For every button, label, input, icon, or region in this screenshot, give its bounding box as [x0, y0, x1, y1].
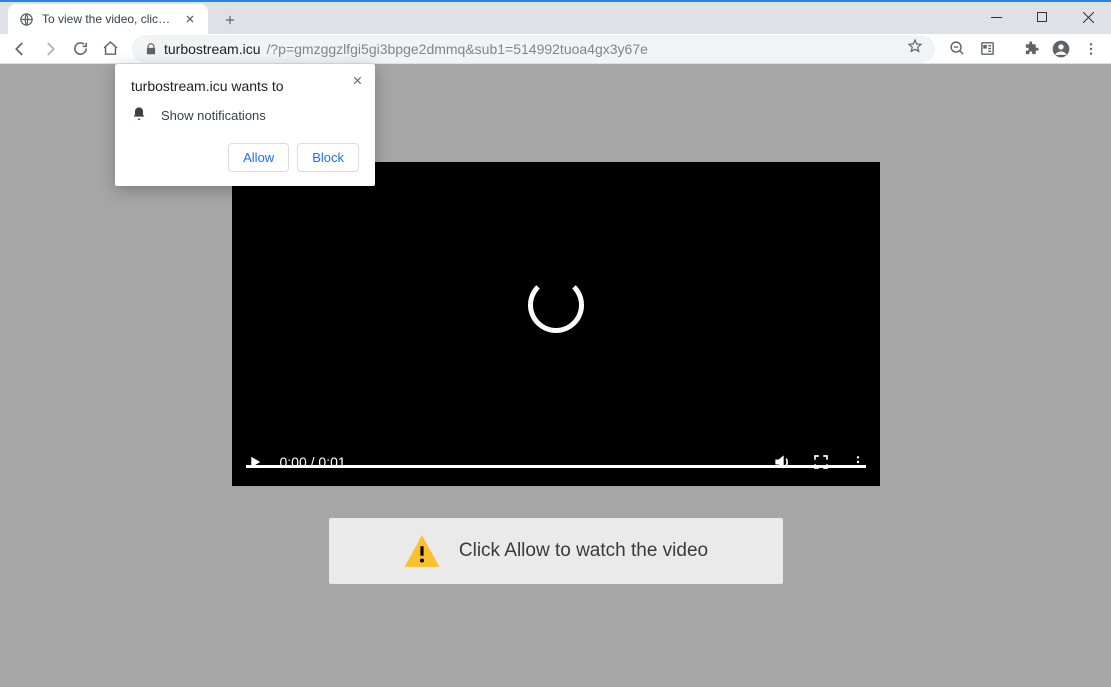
allow-button[interactable]: Allow — [228, 143, 289, 172]
address-bar[interactable]: turbostream.icu /?p=gmzggzlfgi5gi3bpge2dm… — [132, 35, 935, 63]
toolbar-right — [943, 35, 1105, 63]
tab-close-icon[interactable] — [182, 11, 198, 27]
video-progress[interactable] — [246, 465, 866, 468]
minimize-button[interactable] — [973, 2, 1019, 32]
permission-actions: Allow Block — [131, 143, 359, 172]
globe-icon — [18, 11, 34, 27]
bell-icon — [131, 106, 147, 125]
reload-button[interactable] — [66, 35, 94, 63]
block-button[interactable]: Block — [297, 143, 359, 172]
url-path: /?p=gmzggzlfgi5gi3bpge2dmmq&sub1=514992t… — [266, 41, 647, 57]
video-controls: 0:00 / 0:01 — [232, 438, 880, 486]
lock-icon — [144, 42, 158, 56]
tab-strip: To view the video, click the Allow — [0, 2, 244, 34]
warning-icon — [403, 532, 441, 570]
extensions-icon[interactable] — [1017, 35, 1045, 63]
profile-icon[interactable] — [1047, 35, 1075, 63]
tab-title: To view the video, click the Allow — [42, 12, 174, 26]
back-button[interactable] — [6, 35, 34, 63]
bookmark-star-icon[interactable] — [907, 38, 923, 59]
popup-close-icon[interactable] — [349, 72, 365, 88]
volume-icon[interactable] — [772, 452, 792, 472]
browser-toolbar: turbostream.icu /?p=gmzggzlfgi5gi3bpge2dm… — [0, 34, 1111, 64]
zoom-out-icon[interactable] — [943, 35, 971, 63]
url-domain: turbostream.icu — [164, 41, 260, 57]
reader-icon[interactable] — [973, 35, 1001, 63]
permission-request-row: Show notifications — [131, 106, 359, 125]
menu-icon[interactable] — [1077, 35, 1105, 63]
home-button[interactable] — [96, 35, 124, 63]
titlebar: To view the video, click the Allow — [0, 0, 1111, 34]
close-window-button[interactable] — [1065, 2, 1111, 32]
window-controls — [973, 2, 1111, 34]
forward-button[interactable] — [36, 35, 64, 63]
play-icon[interactable] — [246, 453, 264, 471]
video-player[interactable]: 0:00 / 0:01 — [232, 162, 880, 486]
page-content: 0:00 / 0:01 Click Allow to watch the vid… — [0, 64, 1111, 687]
browser-tab[interactable]: To view the video, click the Allow — [8, 4, 208, 34]
new-tab-button[interactable] — [216, 6, 244, 34]
fullscreen-icon[interactable] — [812, 453, 830, 471]
video-progress-fill — [246, 465, 866, 468]
banner-text: Click Allow to watch the video — [459, 540, 708, 562]
permission-title: turbostream.icu wants to — [131, 78, 359, 94]
loading-spinner-icon — [528, 277, 584, 333]
maximize-button[interactable] — [1019, 2, 1065, 32]
permission-request-text: Show notifications — [161, 108, 266, 123]
permission-popup: turbostream.icu wants to Show notificati… — [115, 64, 375, 186]
instruction-banner: Click Allow to watch the video — [329, 518, 783, 584]
